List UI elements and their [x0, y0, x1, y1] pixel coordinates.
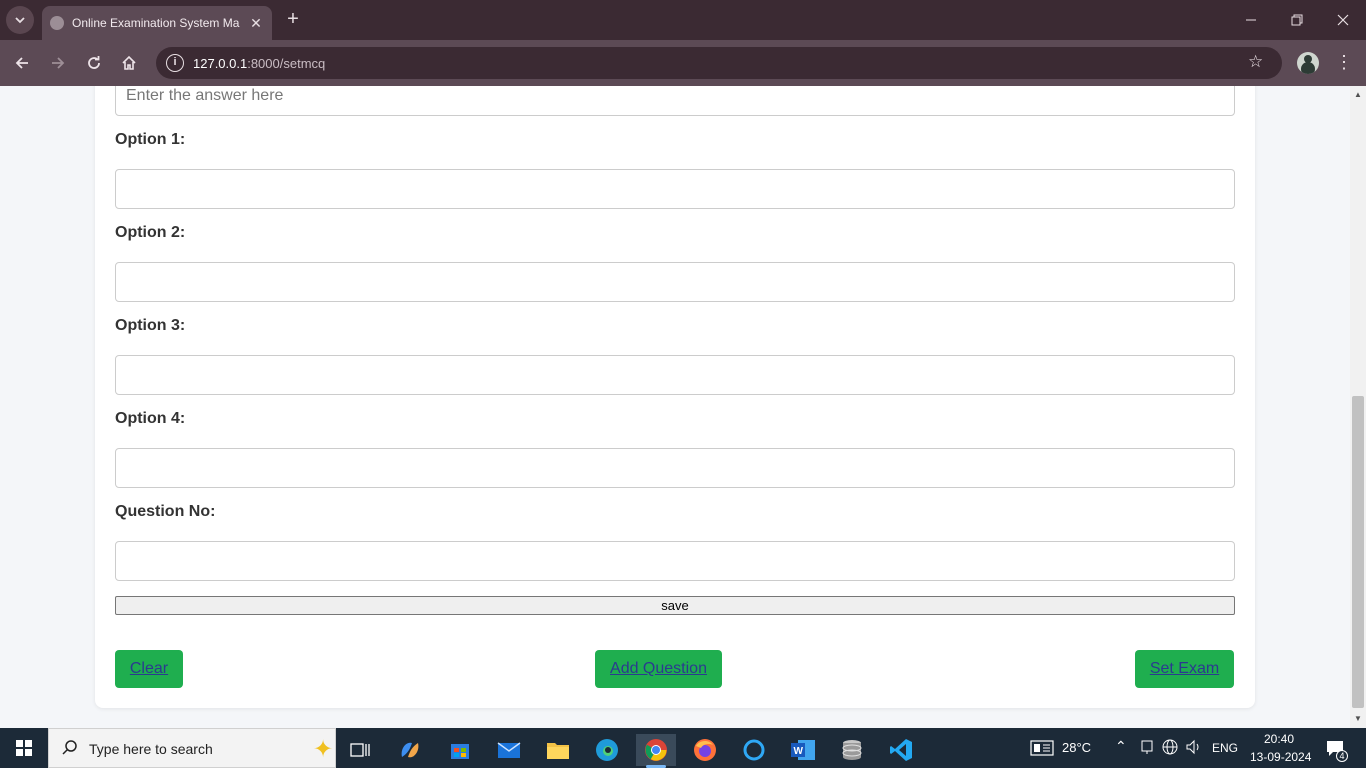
- chrome-icon[interactable]: [636, 734, 676, 768]
- taskbar-search[interactable]: Type here to search ✦: [48, 728, 336, 768]
- weather-temperature[interactable]: 28°C: [1062, 740, 1091, 755]
- vscode-icon[interactable]: [881, 734, 921, 766]
- network-globe-icon[interactable]: [1162, 739, 1178, 758]
- mail-icon[interactable]: [489, 734, 529, 766]
- question-no-label: Question No:: [115, 503, 216, 520]
- url-text[interactable]: 127.0.0.1:8000/setmcq: [193, 56, 325, 71]
- option2-input[interactable]: [115, 262, 1235, 302]
- url-host: 127.0.0.1: [193, 56, 248, 71]
- back-icon[interactable]: [10, 51, 34, 75]
- option2-label: Option 2:: [115, 224, 186, 241]
- clock-date[interactable]: 13-09-2024: [1250, 750, 1311, 764]
- clear-button[interactable]: Clear: [115, 650, 183, 688]
- scroll-thumb[interactable]: [1352, 396, 1364, 708]
- clock-time[interactable]: 20:40: [1264, 732, 1294, 746]
- edge-icon[interactable]: [587, 734, 627, 766]
- url-path: :8000/setmcq: [247, 56, 326, 71]
- answer-input[interactable]: [115, 86, 1235, 116]
- close-icon[interactable]: ✕: [248, 15, 264, 32]
- tab-search-icon[interactable]: [6, 6, 34, 34]
- search-placeholder: Type here to search: [89, 741, 213, 757]
- device-icon[interactable]: [1140, 739, 1154, 758]
- menu-dots-icon[interactable]: ⋮: [1334, 52, 1354, 73]
- svg-text:W: W: [794, 746, 804, 757]
- new-tab-button[interactable]: +: [282, 8, 304, 30]
- forward-icon[interactable]: [46, 51, 70, 75]
- windows-taskbar: Type here to search ✦ W 28°C ⌃ ENG 20:40…: [0, 728, 1366, 768]
- scroll-up-arrow-icon[interactable]: ▲: [1350, 88, 1366, 102]
- option3-label: Option 3:: [115, 317, 186, 334]
- option4-input[interactable]: [115, 448, 1235, 488]
- site-info-icon[interactable]: i: [166, 54, 184, 72]
- globe-favicon-icon: [50, 16, 64, 30]
- database-icon[interactable]: [832, 734, 872, 766]
- page-scrollbar[interactable]: ▲ ▼: [1350, 86, 1366, 728]
- windows-start-icon[interactable]: [0, 728, 48, 768]
- scroll-down-arrow-icon[interactable]: ▼: [1350, 712, 1366, 726]
- set-exam-button[interactable]: Set Exam: [1135, 650, 1234, 688]
- profile-avatar[interactable]: [1297, 52, 1319, 74]
- reload-icon[interactable]: [82, 51, 106, 75]
- option1-label: Option 1:: [115, 131, 186, 148]
- option4-label: Option 4:: [115, 410, 186, 427]
- show-hidden-icons-icon[interactable]: ⌃: [1115, 738, 1127, 755]
- page-viewport: Option 1: Option 2: Option 3: Option 4: …: [0, 86, 1350, 728]
- volume-icon[interactable]: [1185, 739, 1203, 758]
- word-icon[interactable]: W: [783, 734, 823, 766]
- add-question-button[interactable]: Add Question: [595, 650, 722, 688]
- question-no-input[interactable]: [115, 541, 1235, 581]
- copilot-sparkle-icon: ✦: [313, 736, 334, 763]
- option1-input[interactable]: [115, 169, 1235, 209]
- minimize-icon[interactable]: [1228, 0, 1274, 40]
- save-button[interactable]: save: [115, 596, 1235, 615]
- browser-tab[interactable]: Online Examination System Ma ✕: [42, 6, 272, 40]
- bookmark-star-icon[interactable]: ☆: [1248, 52, 1263, 72]
- weather-icon[interactable]: [1030, 740, 1054, 759]
- task-view-icon[interactable]: [340, 734, 380, 766]
- notification-count: 4: [1336, 750, 1348, 762]
- window-close-icon[interactable]: [1320, 0, 1366, 40]
- search-icon: [61, 739, 79, 757]
- restore-icon[interactable]: [1274, 0, 1320, 40]
- language-indicator[interactable]: ENG: [1212, 741, 1238, 755]
- home-icon[interactable]: [117, 51, 141, 75]
- tab-title: Online Examination System Ma: [72, 16, 240, 30]
- microsoft-store-icon[interactable]: [440, 734, 480, 766]
- option3-input[interactable]: [115, 355, 1235, 395]
- firefox-icon[interactable]: [685, 734, 725, 766]
- copilot-icon[interactable]: [390, 734, 430, 766]
- cortana-circle-icon[interactable]: [734, 734, 774, 766]
- browser-tab-strip: Online Examination System Ma ✕ +: [0, 0, 1366, 40]
- file-explorer-icon[interactable]: [538, 734, 578, 766]
